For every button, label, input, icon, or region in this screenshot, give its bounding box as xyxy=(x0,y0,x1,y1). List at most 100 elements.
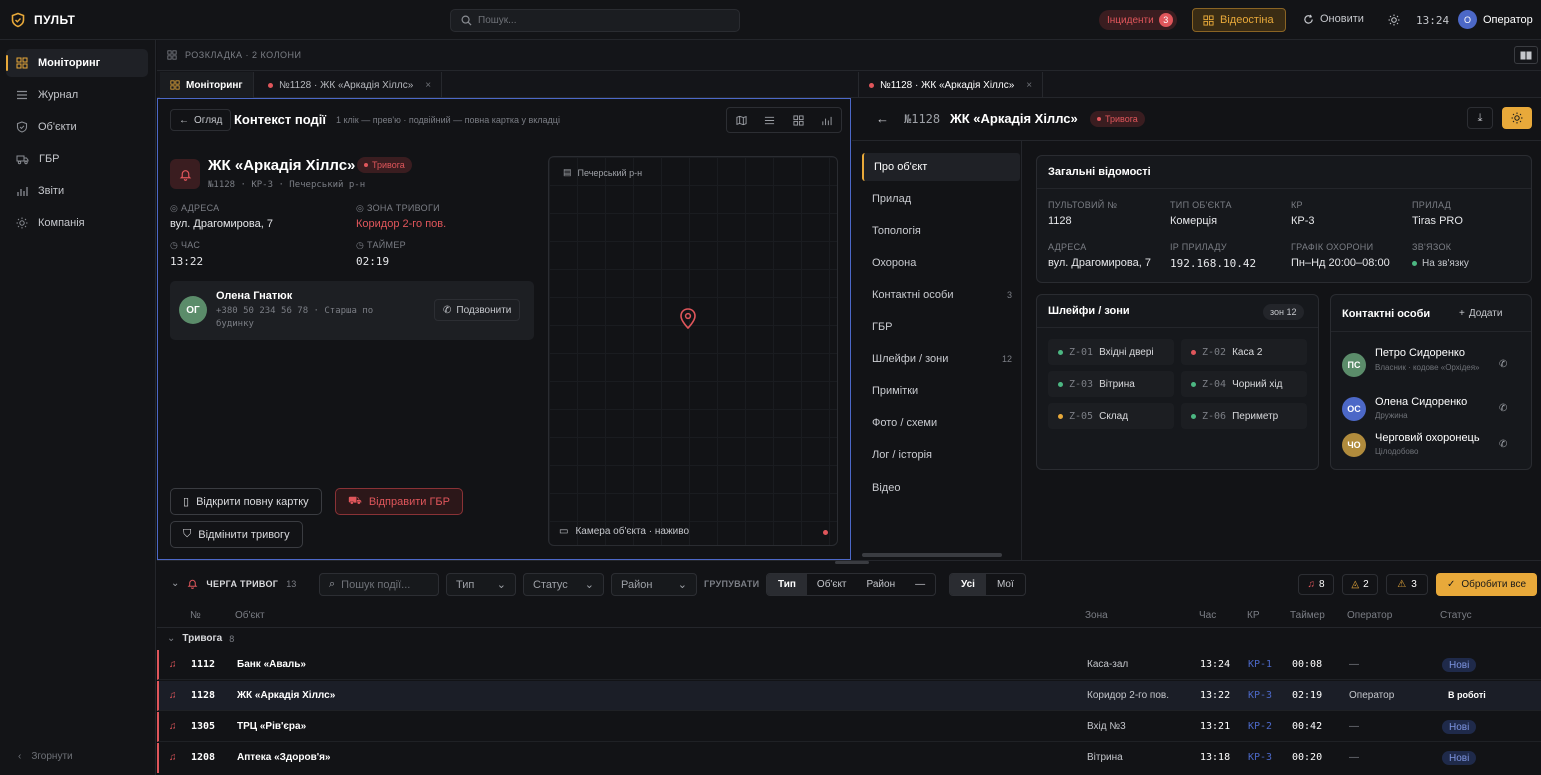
phone-icon[interactable]: ✆ xyxy=(1499,359,1507,370)
sidebar-item-objects[interactable]: Об'єкти xyxy=(6,113,148,141)
counter-fire[interactable]: ◬ 2 xyxy=(1342,574,1378,595)
table-row[interactable]: ♫ 1305 ТРЦ «Рів'єра» Вхід №3 13:21 КР-2 … xyxy=(157,712,1541,742)
collapse-button[interactable]: ‹ Згорнути xyxy=(18,751,73,762)
grid-icon[interactable] xyxy=(793,114,804,126)
download-icon[interactable]: ⤓ xyxy=(1467,107,1493,129)
group-option-object[interactable]: Об'єкт xyxy=(807,574,857,595)
contact-item[interactable]: ОС Олена Сидоренко Дружина ✆ xyxy=(1331,395,1531,425)
map-pin-icon[interactable] xyxy=(679,308,697,330)
counter-warnings[interactable]: ⚠ 3 xyxy=(1386,574,1428,595)
layout-toggle-icon[interactable] xyxy=(1514,46,1538,64)
contact-role: Цілодобово xyxy=(1375,447,1419,456)
zone-item[interactable]: Z-04 Чорний хід xyxy=(1181,371,1307,397)
tab-gbr[interactable]: ГБР xyxy=(862,313,1020,341)
column-header-time[interactable]: Час xyxy=(1199,610,1216,621)
tab-object-1128-right[interactable]: №1128 · ЖК «Аркадія Хіллс» × xyxy=(858,72,1044,98)
tab-notes[interactable]: Примітки xyxy=(862,377,1020,405)
filter-status[interactable]: Статус ⌄ xyxy=(523,573,604,596)
table-row[interactable]: ♫ 1112 Банк «Аваль» Каса-зал 13:24 КР-1 … xyxy=(157,650,1541,680)
scrollbar[interactable] xyxy=(862,553,1002,557)
column-header-operator[interactable]: Оператор xyxy=(1347,610,1392,621)
tab-contacts[interactable]: Контактні особи 3 xyxy=(862,281,1020,309)
sidebar-item-company[interactable]: Компанія xyxy=(6,209,148,237)
videowall-button[interactable]: Відеостіна xyxy=(1192,8,1286,32)
group-row-alarm[interactable]: ⌄ Тривога 8 xyxy=(167,633,234,644)
sidebar-item-monitoring[interactable]: Моніторинг xyxy=(6,49,148,77)
close-icon[interactable]: × xyxy=(1026,80,1032,91)
alarm-dot xyxy=(869,82,874,88)
group-count: 8 xyxy=(229,633,235,644)
filter-district[interactable]: Район ⌄ xyxy=(611,573,697,596)
camera-label[interactable]: ▭ Камера об'єкта · наживо xyxy=(559,526,689,537)
sidebar-item-journal[interactable]: Журнал xyxy=(6,81,148,109)
process-all-button[interactable]: ✓ Обробити все xyxy=(1436,573,1537,596)
phone-icon[interactable]: ✆ xyxy=(1499,439,1507,450)
theme-sun-icon[interactable] xyxy=(1388,14,1400,26)
map-preview[interactable]: ▤ Печерський р-н ▭ Камера об'єкта · наживо xyxy=(548,156,838,546)
user-menu[interactable]: О Оператор xyxy=(1458,10,1533,29)
search-input[interactable]: Пошук... xyxy=(478,15,516,26)
back-button[interactable]: ← Огляд xyxy=(170,109,232,131)
tab-object-1128-left[interactable]: №1128 · ЖК «Аркадія Хіллс» × xyxy=(258,72,443,98)
column-header-object[interactable]: Об'єкт xyxy=(235,610,265,621)
contact-item[interactable]: ПС Петро Сидоренко Власник · кодове «Орх… xyxy=(1331,345,1531,381)
zone-item[interactable]: Z-02 Каса 2 xyxy=(1181,339,1307,365)
tab-video[interactable]: Відео xyxy=(862,474,1020,502)
close-icon[interactable]: × xyxy=(425,80,431,91)
tab-zones[interactable]: Шлейфи / зони 12 xyxy=(862,345,1020,373)
send-gbr-button[interactable]: ⛟ Відправити ГБР xyxy=(335,488,463,515)
tab-log[interactable]: Лог / історія xyxy=(862,441,1020,469)
queue-search-input[interactable]: ⌕ Пошук події... xyxy=(319,573,439,596)
sidebar-item-gbr[interactable]: ГБР xyxy=(6,145,148,173)
counter-alarms[interactable]: ♫ 8 xyxy=(1298,574,1334,595)
table-row-selected[interactable]: ♫ 1128 ЖК «Аркадія Хіллс» Коридор 2-го п… xyxy=(157,681,1541,711)
column-header-status[interactable]: Статус xyxy=(1440,610,1472,621)
column-header-number[interactable]: № xyxy=(190,610,201,621)
group-option-district[interactable]: Район xyxy=(857,574,906,595)
refresh-button[interactable]: Оновити xyxy=(1303,13,1364,25)
incidents-button[interactable]: Інциденти 3 xyxy=(1099,10,1177,30)
add-contact-button[interactable]: + Додати xyxy=(1459,308,1502,319)
list-icon[interactable] xyxy=(764,115,775,126)
sun-icon[interactable] xyxy=(1502,107,1532,129)
zone-item[interactable]: Z-01 Вхідні двері xyxy=(1048,339,1174,365)
field-value: КР-3 xyxy=(1291,215,1315,227)
divider xyxy=(1331,331,1531,332)
chart-icon[interactable] xyxy=(821,115,832,126)
cancel-alarm-button[interactable]: ⛉ Відмінити тривогу xyxy=(170,521,303,548)
tab-about[interactable]: Про об'єкт xyxy=(862,153,1020,181)
tab-topology[interactable]: Топологія xyxy=(862,217,1020,245)
map-icon[interactable] xyxy=(736,115,747,126)
grid-icon xyxy=(170,80,180,90)
open-full-card-button[interactable]: ▯ Відкрити повну картку xyxy=(170,488,322,515)
arrow-left-icon[interactable]: ← xyxy=(876,111,889,126)
group-option-none[interactable]: — xyxy=(905,574,935,595)
tab-device[interactable]: Прилад xyxy=(862,185,1020,213)
column-header-zone[interactable]: Зона xyxy=(1085,610,1108,621)
column-header-kr[interactable]: КР xyxy=(1247,610,1260,621)
scope-mine[interactable]: Мої xyxy=(986,574,1025,595)
table-row[interactable]: ♫ 1208 Аптека «Здоров'я» Вітрина 13:18 К… xyxy=(157,743,1541,773)
tab-security[interactable]: Охорона xyxy=(862,249,1020,277)
tab-monitoring[interactable]: Моніторинг xyxy=(160,72,254,98)
column-header-timer[interactable]: Таймер xyxy=(1290,610,1325,621)
filter-type[interactable]: Тип ⌄ xyxy=(446,573,516,596)
zone-status-dot xyxy=(1191,381,1196,387)
scope-all[interactable]: Усі xyxy=(950,574,986,595)
phone-icon[interactable]: ✆ xyxy=(1499,403,1507,414)
sidebar-item-reports[interactable]: Звіти xyxy=(6,177,148,205)
global-search[interactable]: Пошук... xyxy=(450,9,740,32)
call-button[interactable]: ✆ Подзвонити xyxy=(434,299,521,321)
zone-item[interactable]: Z-06 Периметр xyxy=(1181,403,1307,429)
queue-header[interactable]: ⌄ ЧЕРГА ТРИВОГ 13 xyxy=(171,578,296,589)
clock: 13:24 xyxy=(1416,14,1450,27)
contact-item[interactable]: ЧО Черговий охоронець Цілодобово ✆ xyxy=(1331,431,1531,461)
resize-handle[interactable] xyxy=(835,561,869,564)
zone-status-dot xyxy=(1058,349,1063,355)
zone-item[interactable]: Z-03 Вітрина xyxy=(1048,371,1174,397)
group-option-type[interactable]: Тип xyxy=(767,574,807,595)
chart-icon xyxy=(16,185,28,197)
zone-item[interactable]: Z-05 Склад xyxy=(1048,403,1174,429)
tab-photos[interactable]: Фото / схеми xyxy=(862,409,1020,437)
sidebar-item-label: ГБР xyxy=(39,153,60,165)
